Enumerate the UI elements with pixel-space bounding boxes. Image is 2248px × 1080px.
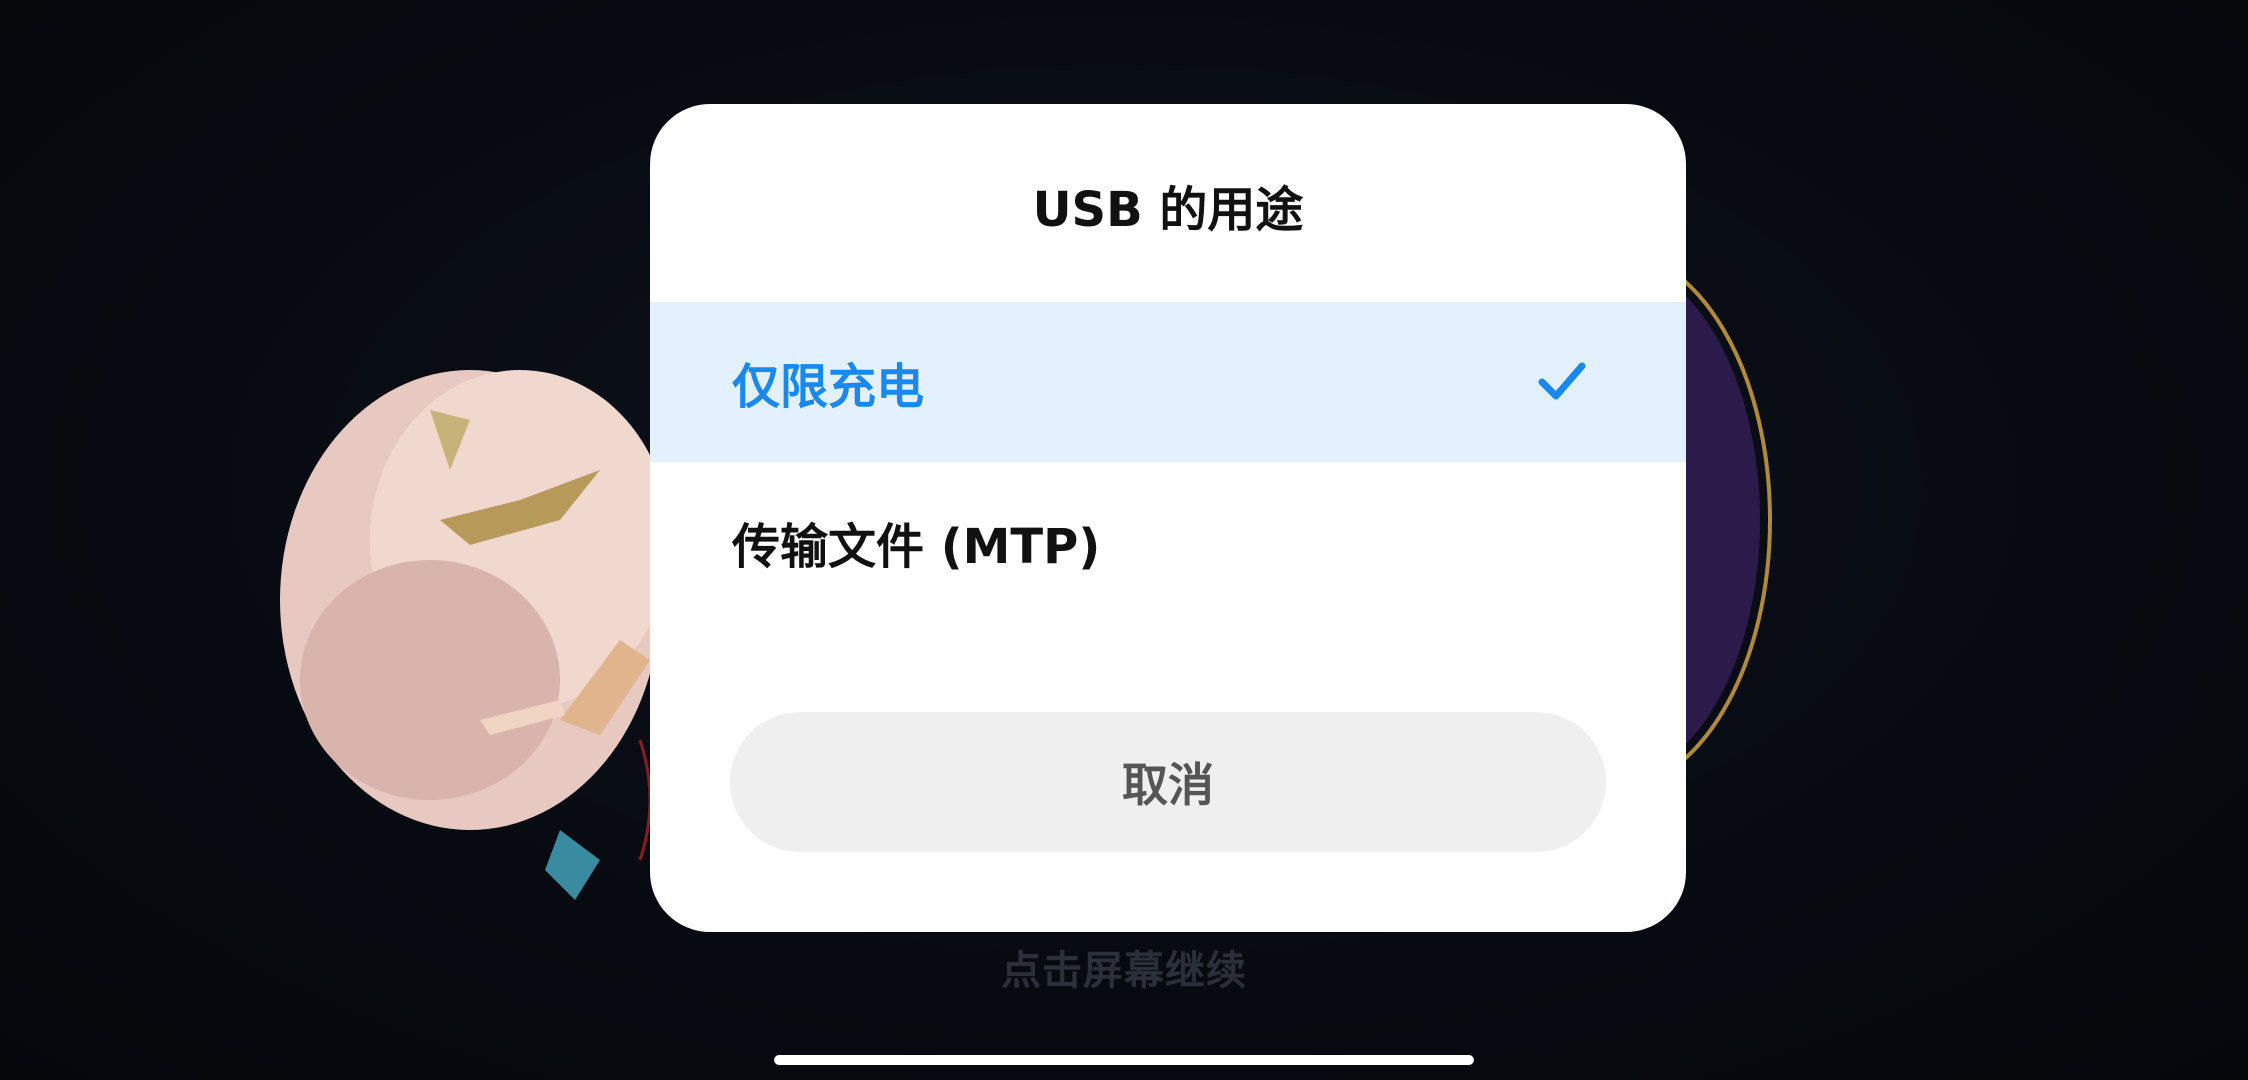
screen[interactable]: 点击屏幕继续 USB 的用途 仅限充电 传输文件 (MTP) 取消 (0, 0, 2248, 1080)
tap-to-continue-hint: 点击屏幕继续 (1001, 948, 1247, 994)
option-transfer-files-mtp[interactable]: 传输文件 (MTP) (650, 462, 1686, 622)
cancel-button[interactable]: 取消 (730, 712, 1606, 852)
home-indicator-bar[interactable] (774, 1055, 1474, 1065)
option-label: 传输文件 (MTP) (732, 519, 1101, 575)
option-charge-only[interactable]: 仅限充电 (650, 302, 1686, 462)
check-icon (1538, 362, 1586, 400)
usb-purpose-dialog: USB 的用途 仅限充电 传输文件 (MTP) 取消 (650, 104, 1686, 932)
option-label: 仅限充电 (732, 359, 925, 415)
dialog-title: USB 的用途 (1032, 182, 1304, 238)
